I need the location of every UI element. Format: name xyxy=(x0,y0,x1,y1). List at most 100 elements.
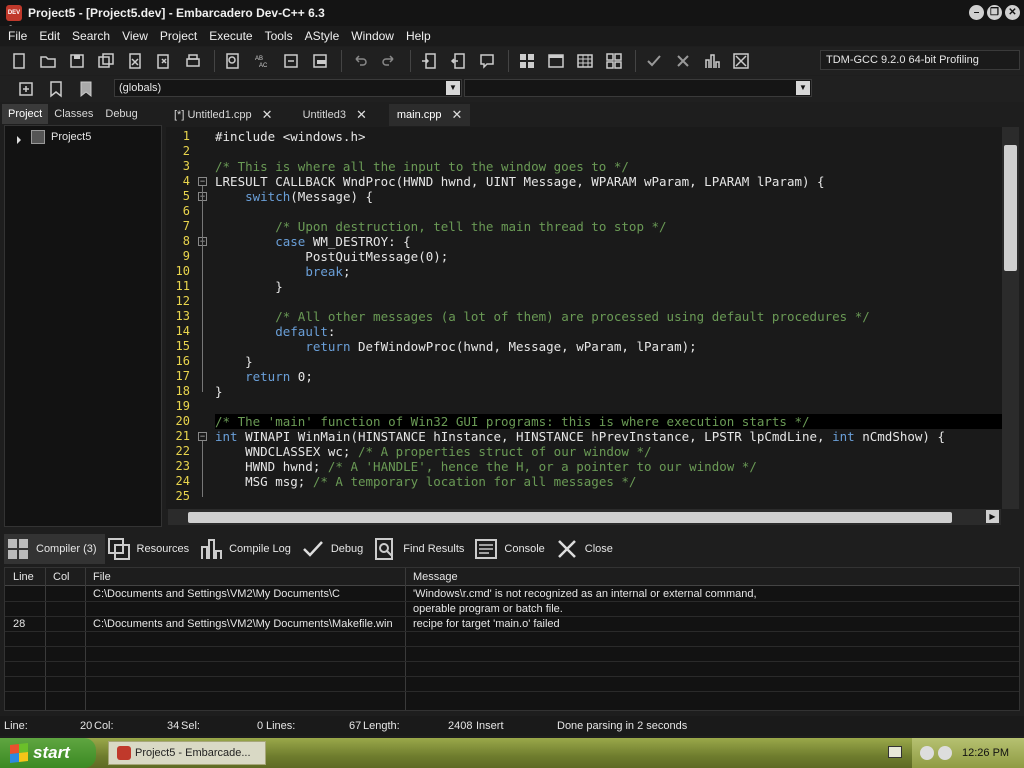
taskbar-item-devcpp[interactable]: Project5 - Embarcade... xyxy=(108,741,266,765)
code-line[interactable]: /* Upon destruction, tell the main threa… xyxy=(215,219,666,234)
tab-untitled1[interactable]: [*] Untitled1.cpp ✕ xyxy=(166,104,281,126)
grid-icon[interactable] xyxy=(572,49,598,73)
code-line[interactable]: /* All other messages (a lot of them) ar… xyxy=(215,309,870,324)
horizontal-scroll-thumb[interactable] xyxy=(188,512,952,523)
code-line[interactable]: LRESULT CALLBACK WndProc(HWND hwnd, UINT… xyxy=(215,174,825,189)
menu-execute[interactable]: Execute xyxy=(203,29,258,43)
horizontal-scrollbar[interactable]: ▶ xyxy=(168,509,1001,525)
column-header-file[interactable]: File xyxy=(93,570,111,585)
chart-icon[interactable] xyxy=(699,49,725,73)
close-all-icon[interactable] xyxy=(151,49,177,73)
clock[interactable]: 12:26 PM xyxy=(962,747,1009,759)
code-line[interactable]: /* This is where all the input to the wi… xyxy=(215,159,629,174)
find-icon[interactable] xyxy=(220,49,246,73)
fullscreen-icon[interactable] xyxy=(543,49,569,73)
vertical-scrollbar[interactable] xyxy=(1002,127,1019,509)
goto-icon[interactable] xyxy=(278,49,304,73)
tab-console[interactable]: Console xyxy=(472,534,552,564)
menu-astyle[interactable]: AStyle xyxy=(299,29,346,43)
code-line[interactable]: return 0; xyxy=(215,369,313,384)
tab-resources[interactable]: Resources xyxy=(105,534,198,564)
close-icon[interactable]: ✕ xyxy=(452,107,463,123)
close-icon[interactable]: ✕ xyxy=(356,107,367,123)
menu-file[interactable]: File xyxy=(2,29,33,43)
code-line[interactable]: } xyxy=(215,354,253,369)
bookmark-icon[interactable] xyxy=(44,78,68,100)
function-combo[interactable]: ▼ xyxy=(464,79,812,97)
menu-edit[interactable]: Edit xyxy=(33,29,66,43)
code-line[interactable]: HWND hwnd; /* A 'HANDLE', hence the H, o… xyxy=(215,459,757,474)
save-all-icon[interactable] xyxy=(93,49,119,73)
tree-item-project[interactable]: Project5 xyxy=(17,130,91,144)
tab-debug[interactable]: Debug xyxy=(99,104,143,124)
code-line[interactable]: MSG msg; /* A temporary location for all… xyxy=(215,474,636,489)
code-line[interactable]: PostQuitMessage(0); xyxy=(215,249,448,264)
compiler-select[interactable]: TDM-GCC 9.2.0 64-bit Profiling xyxy=(820,50,1020,70)
code-line[interactable]: switch(Message) { xyxy=(215,189,373,204)
column-header-line[interactable]: Line xyxy=(13,570,34,585)
print-icon[interactable] xyxy=(180,49,206,73)
code-line[interactable]: WNDCLASSEX wc; /* A properties struct of… xyxy=(215,444,651,459)
close-icon[interactable]: ✕ xyxy=(262,107,273,123)
tab-project[interactable]: Project xyxy=(2,104,49,124)
code-line[interactable]: #include <windows.h> xyxy=(215,129,366,144)
menu-view[interactable]: View xyxy=(116,29,154,43)
code-line[interactable]: default: xyxy=(215,324,335,339)
fold-toggle-icon[interactable]: − xyxy=(198,432,207,441)
unindent-icon[interactable] xyxy=(445,49,471,73)
stop-icon[interactable] xyxy=(728,49,754,73)
tab-classes[interactable]: Classes xyxy=(48,104,99,124)
code-line[interactable]: return DefWindowProc(hwnd, Message, wPar… xyxy=(215,339,696,354)
indent-icon[interactable] xyxy=(416,49,442,73)
redo-icon[interactable] xyxy=(376,49,402,73)
code-line[interactable]: break; xyxy=(215,264,350,279)
menu-tools[interactable]: Tools xyxy=(259,29,299,43)
code-editor[interactable]: 1234−5−678−9101112131415161718192021−222… xyxy=(166,127,1002,509)
tab-debug-output[interactable]: Debug xyxy=(299,534,371,564)
compile-check-icon[interactable] xyxy=(641,49,667,73)
tab-main-cpp[interactable]: main.cpp ✕ xyxy=(388,104,471,126)
tab-compile-log[interactable]: Compile Log xyxy=(197,534,299,564)
code-area[interactable]: #include <windows.h> /* This is where all… xyxy=(215,127,1002,509)
expand-arrow-icon[interactable] xyxy=(17,136,21,144)
tab-find-results[interactable]: Find Results xyxy=(371,534,472,564)
code-line[interactable]: } xyxy=(215,279,283,294)
cross-icon[interactable] xyxy=(670,49,696,73)
keyboard-icon[interactable] xyxy=(888,746,902,758)
speaker-icon[interactable] xyxy=(938,746,952,760)
replace-icon[interactable]: AB AC xyxy=(249,49,275,73)
code-line[interactable]: } xyxy=(215,384,223,399)
column-header-message[interactable]: Message xyxy=(413,570,458,585)
undo-icon[interactable] xyxy=(347,49,373,73)
globals-combo[interactable]: (globals) ▼ xyxy=(114,79,462,97)
new-file-icon[interactable] xyxy=(6,49,32,73)
open-icon[interactable] xyxy=(35,49,61,73)
tile-layout-icon[interactable] xyxy=(514,49,540,73)
fold-toggle-icon[interactable]: − xyxy=(198,177,207,186)
toggle-bookmark-icon[interactable] xyxy=(307,49,333,73)
close-window-button[interactable]: ✕ xyxy=(1005,5,1020,20)
scroll-right-icon[interactable]: ▶ xyxy=(986,510,999,523)
menu-help[interactable]: Help xyxy=(400,29,437,43)
tab-compiler[interactable]: Compiler (3) xyxy=(4,534,105,564)
code-line[interactable]: /* The 'main' function of Win32 GUI prog… xyxy=(215,414,810,429)
chevron-down-icon[interactable]: ▼ xyxy=(796,81,810,95)
chevron-down-icon[interactable]: ▼ xyxy=(446,81,460,95)
menu-search[interactable]: Search xyxy=(66,29,116,43)
menu-window[interactable]: Window xyxy=(345,29,400,43)
minimize-button[interactable]: – xyxy=(969,5,984,20)
restore-button[interactable]: ❐ xyxy=(987,5,1002,20)
insert-icon[interactable] xyxy=(14,78,38,100)
save-icon[interactable] xyxy=(64,49,90,73)
close-file-icon[interactable] xyxy=(122,49,148,73)
tab-untitled3[interactable]: Untitled3 ✕ xyxy=(295,104,375,126)
tab-close-panel[interactable]: Close xyxy=(553,534,621,564)
vertical-scroll-thumb[interactable] xyxy=(1004,145,1017,271)
code-line[interactable]: int WINAPI WinMain(HINSTANCE hInstance, … xyxy=(215,429,945,444)
comment-icon[interactable] xyxy=(474,49,500,73)
start-button[interactable]: start xyxy=(0,738,96,768)
tiles-icon[interactable] xyxy=(601,49,627,73)
column-header-col[interactable]: Col xyxy=(53,570,70,585)
menu-project[interactable]: Project xyxy=(154,29,203,43)
goto-bookmark-icon[interactable] xyxy=(74,78,98,100)
